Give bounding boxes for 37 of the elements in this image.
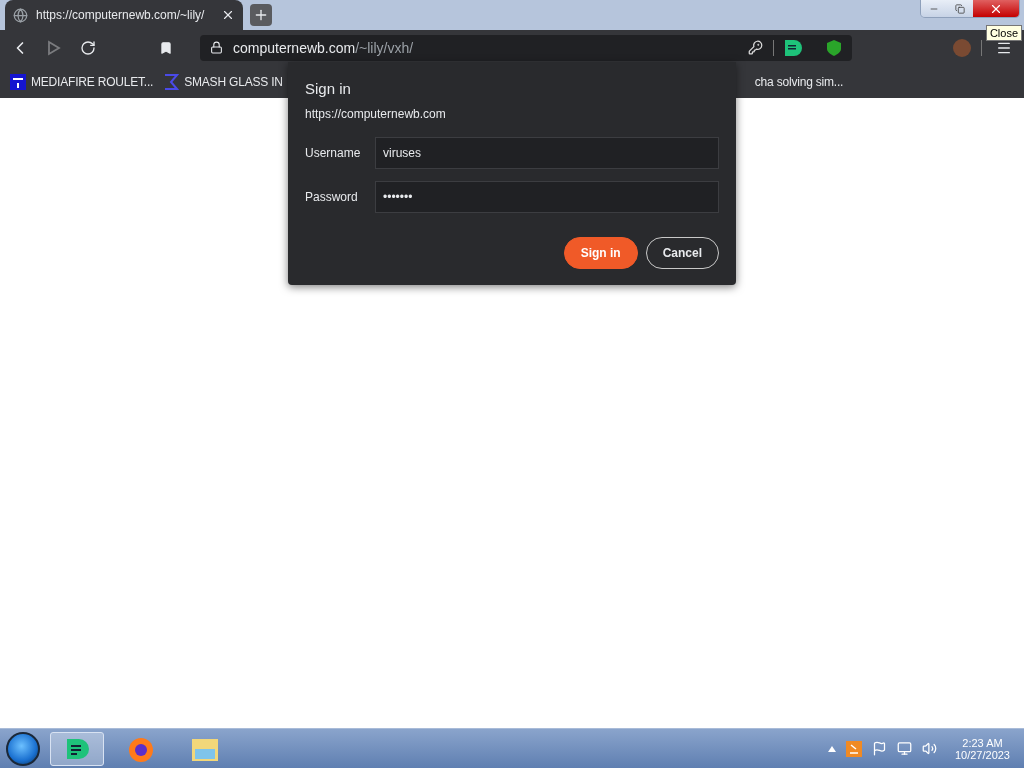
field-label: Password xyxy=(305,190,359,204)
flag-icon xyxy=(871,741,887,756)
address-bar[interactable]: computernewb.com/~lily/vxh/ xyxy=(200,34,852,61)
tab-title: https://computernewb.com/~lily/ xyxy=(36,8,206,22)
key-icon xyxy=(748,40,763,55)
bookmark-item[interactable]: SMASH GLASS IN xyxy=(163,73,283,90)
taskbar-app[interactable] xyxy=(50,731,104,766)
start-button[interactable] xyxy=(6,731,40,766)
tooltip: Close xyxy=(985,25,1022,41)
close-button[interactable] xyxy=(973,0,1019,17)
dialog-title: Sign in xyxy=(305,80,352,97)
shield-icon[interactable] xyxy=(826,38,842,57)
reload-icon xyxy=(80,39,96,56)
field-label: Username xyxy=(305,146,362,160)
notes-icon xyxy=(65,736,89,761)
tray-arrow-icon xyxy=(827,745,836,752)
volume-icon xyxy=(921,741,937,756)
forward-icon xyxy=(47,39,61,56)
network-icon xyxy=(896,741,912,756)
lock-icon xyxy=(210,41,223,54)
bookmark-icon xyxy=(159,40,173,55)
plus-icon xyxy=(253,7,269,23)
bookmark-item[interactable]: cha solving sim... xyxy=(754,74,844,89)
input-field[interactable]: ••••••• xyxy=(375,181,719,213)
notes-icon[interactable] xyxy=(784,38,802,57)
input-field[interactable]: viruses xyxy=(375,137,719,169)
app-tray-icon xyxy=(845,740,862,757)
new-tab-button[interactable] xyxy=(250,4,272,26)
close-icon xyxy=(221,8,235,22)
restore-button[interactable] xyxy=(947,0,973,17)
sigma-icon xyxy=(163,73,180,90)
restore-icon xyxy=(955,3,965,14)
globe-icon xyxy=(13,7,28,23)
url-text: computernewb.com/~lily/vxh/ xyxy=(233,39,415,56)
site-origin: https://computernewb.com xyxy=(305,107,447,121)
bookmark-item[interactable]: MEDIAFIRE ROULET... xyxy=(10,73,154,90)
browser-tab[interactable]: https://computernewb.com/~lily/ xyxy=(5,0,243,30)
